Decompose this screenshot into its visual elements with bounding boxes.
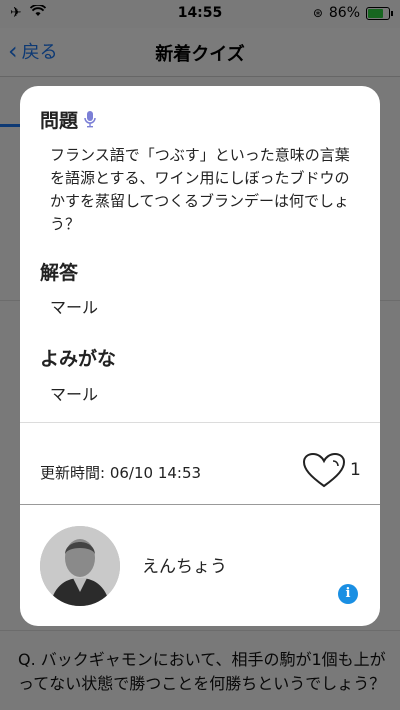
updated-time: 更新時間: 06/10 14:53 xyxy=(40,464,202,482)
author-name[interactable]: えんちょう xyxy=(142,552,227,577)
answer-heading: 解答 xyxy=(40,262,79,284)
microphone-icon[interactable] xyxy=(84,110,96,133)
avatar[interactable] xyxy=(40,526,120,606)
question-heading-row: 問題 xyxy=(40,106,96,133)
answer-text: マール xyxy=(50,298,99,317)
author-divider xyxy=(20,504,380,505)
quiz-detail-card: 問題 フランス語で「つぶす」といった意味の言葉を語源とする、ワイン用にしぼったブ… xyxy=(20,86,380,626)
question-text: フランス語で「つぶす」といった意味の言葉を語源とする、ワイン用にしぼったブドウの… xyxy=(50,146,350,233)
question-heading: 問題 xyxy=(40,110,79,132)
reading-text: マール xyxy=(50,385,99,404)
info-icon[interactable]: i xyxy=(338,584,358,604)
heart-icon[interactable] xyxy=(302,452,346,494)
like-count: 1 xyxy=(350,460,361,480)
reading-heading: よみがな xyxy=(40,348,117,370)
section-divider xyxy=(20,422,380,423)
